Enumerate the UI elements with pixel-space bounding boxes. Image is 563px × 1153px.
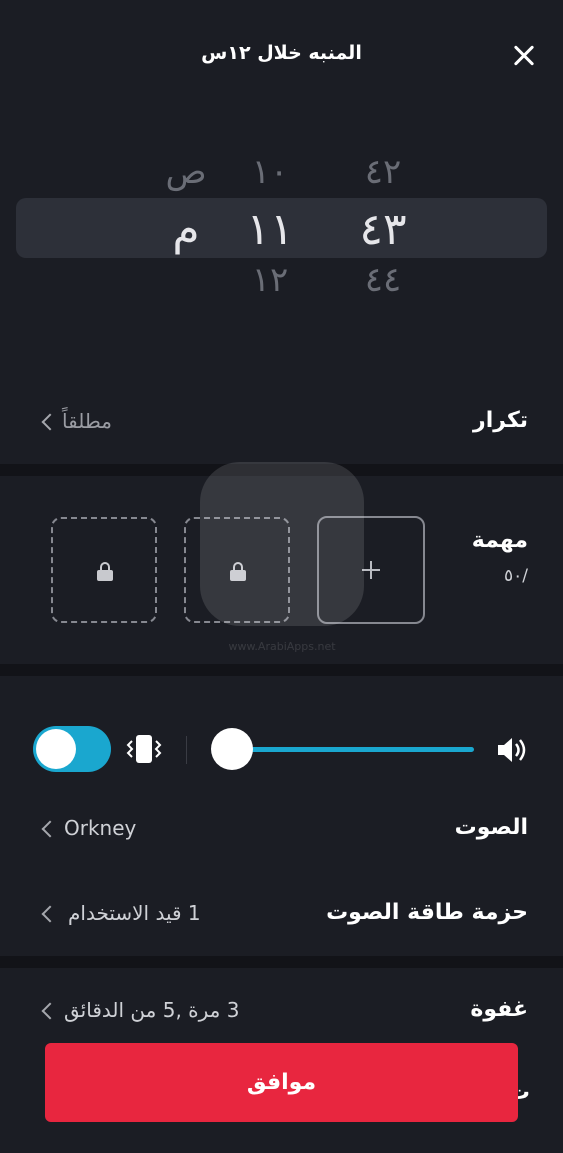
- minute-selected[interactable]: ٤٣: [333, 204, 433, 255]
- hour-below[interactable]: ١٢: [220, 260, 320, 300]
- close-icon[interactable]: [506, 38, 542, 74]
- watermark-url: www.ArabiApps.net: [228, 640, 336, 653]
- chevron-left-icon: [41, 820, 59, 838]
- hour-selected[interactable]: ١١: [220, 204, 320, 255]
- chevron-left-icon: [41, 1002, 59, 1020]
- toggle-knob: [36, 729, 76, 769]
- volume-slider-track[interactable]: [232, 747, 474, 752]
- hour-above[interactable]: ١٠: [220, 152, 320, 192]
- sound-label: الصوت: [454, 815, 528, 840]
- vibrate-toggle[interactable]: [33, 726, 111, 772]
- minute-above[interactable]: ٤٢: [333, 152, 433, 192]
- volume-slider-handle[interactable]: [211, 728, 253, 770]
- separator: [186, 736, 187, 764]
- page-title: المنبه خلال ١٢س: [201, 42, 362, 64]
- task-label: مهمة: [471, 528, 528, 553]
- snooze-value: 3 مرة ,5 من الدقائق: [64, 998, 240, 1022]
- sound-value: Orkney: [64, 816, 137, 840]
- repeat-label: تكرار: [473, 408, 528, 433]
- chevron-left-icon: [41, 413, 59, 431]
- speaker-icon: [498, 738, 526, 762]
- sound-energy-row[interactable]: حزمة طاقة الصوت 1 قيد الاستخدام: [0, 882, 563, 944]
- vibrate-icon: [126, 735, 162, 763]
- watermark-logo: www.ArabiApps.net: [200, 462, 364, 653]
- repeat-value: مطلقاً: [62, 409, 112, 433]
- minute-below[interactable]: ٤٤: [333, 260, 433, 300]
- snooze-row[interactable]: غفوة 3 مرة ,5 من الدقائق: [0, 980, 563, 1040]
- locked-task-slot[interactable]: [51, 517, 157, 623]
- snooze-label: غفوة: [470, 997, 528, 1022]
- plus-icon: [362, 561, 380, 579]
- sound-row[interactable]: الصوت Orkney: [0, 798, 563, 860]
- section-divider: [0, 664, 563, 676]
- repeat-row[interactable]: تكرار مطلقاً: [0, 390, 563, 454]
- sound-energy-label: حزمة طاقة الصوت: [326, 900, 528, 925]
- chevron-left-icon: [41, 905, 59, 923]
- section-divider: [0, 956, 563, 968]
- lock-icon: [97, 562, 113, 581]
- sound-energy-value: 1 قيد الاستخدام: [68, 901, 201, 925]
- ok-button[interactable]: موافق: [45, 1043, 518, 1122]
- task-count: /٥٠: [504, 566, 528, 586]
